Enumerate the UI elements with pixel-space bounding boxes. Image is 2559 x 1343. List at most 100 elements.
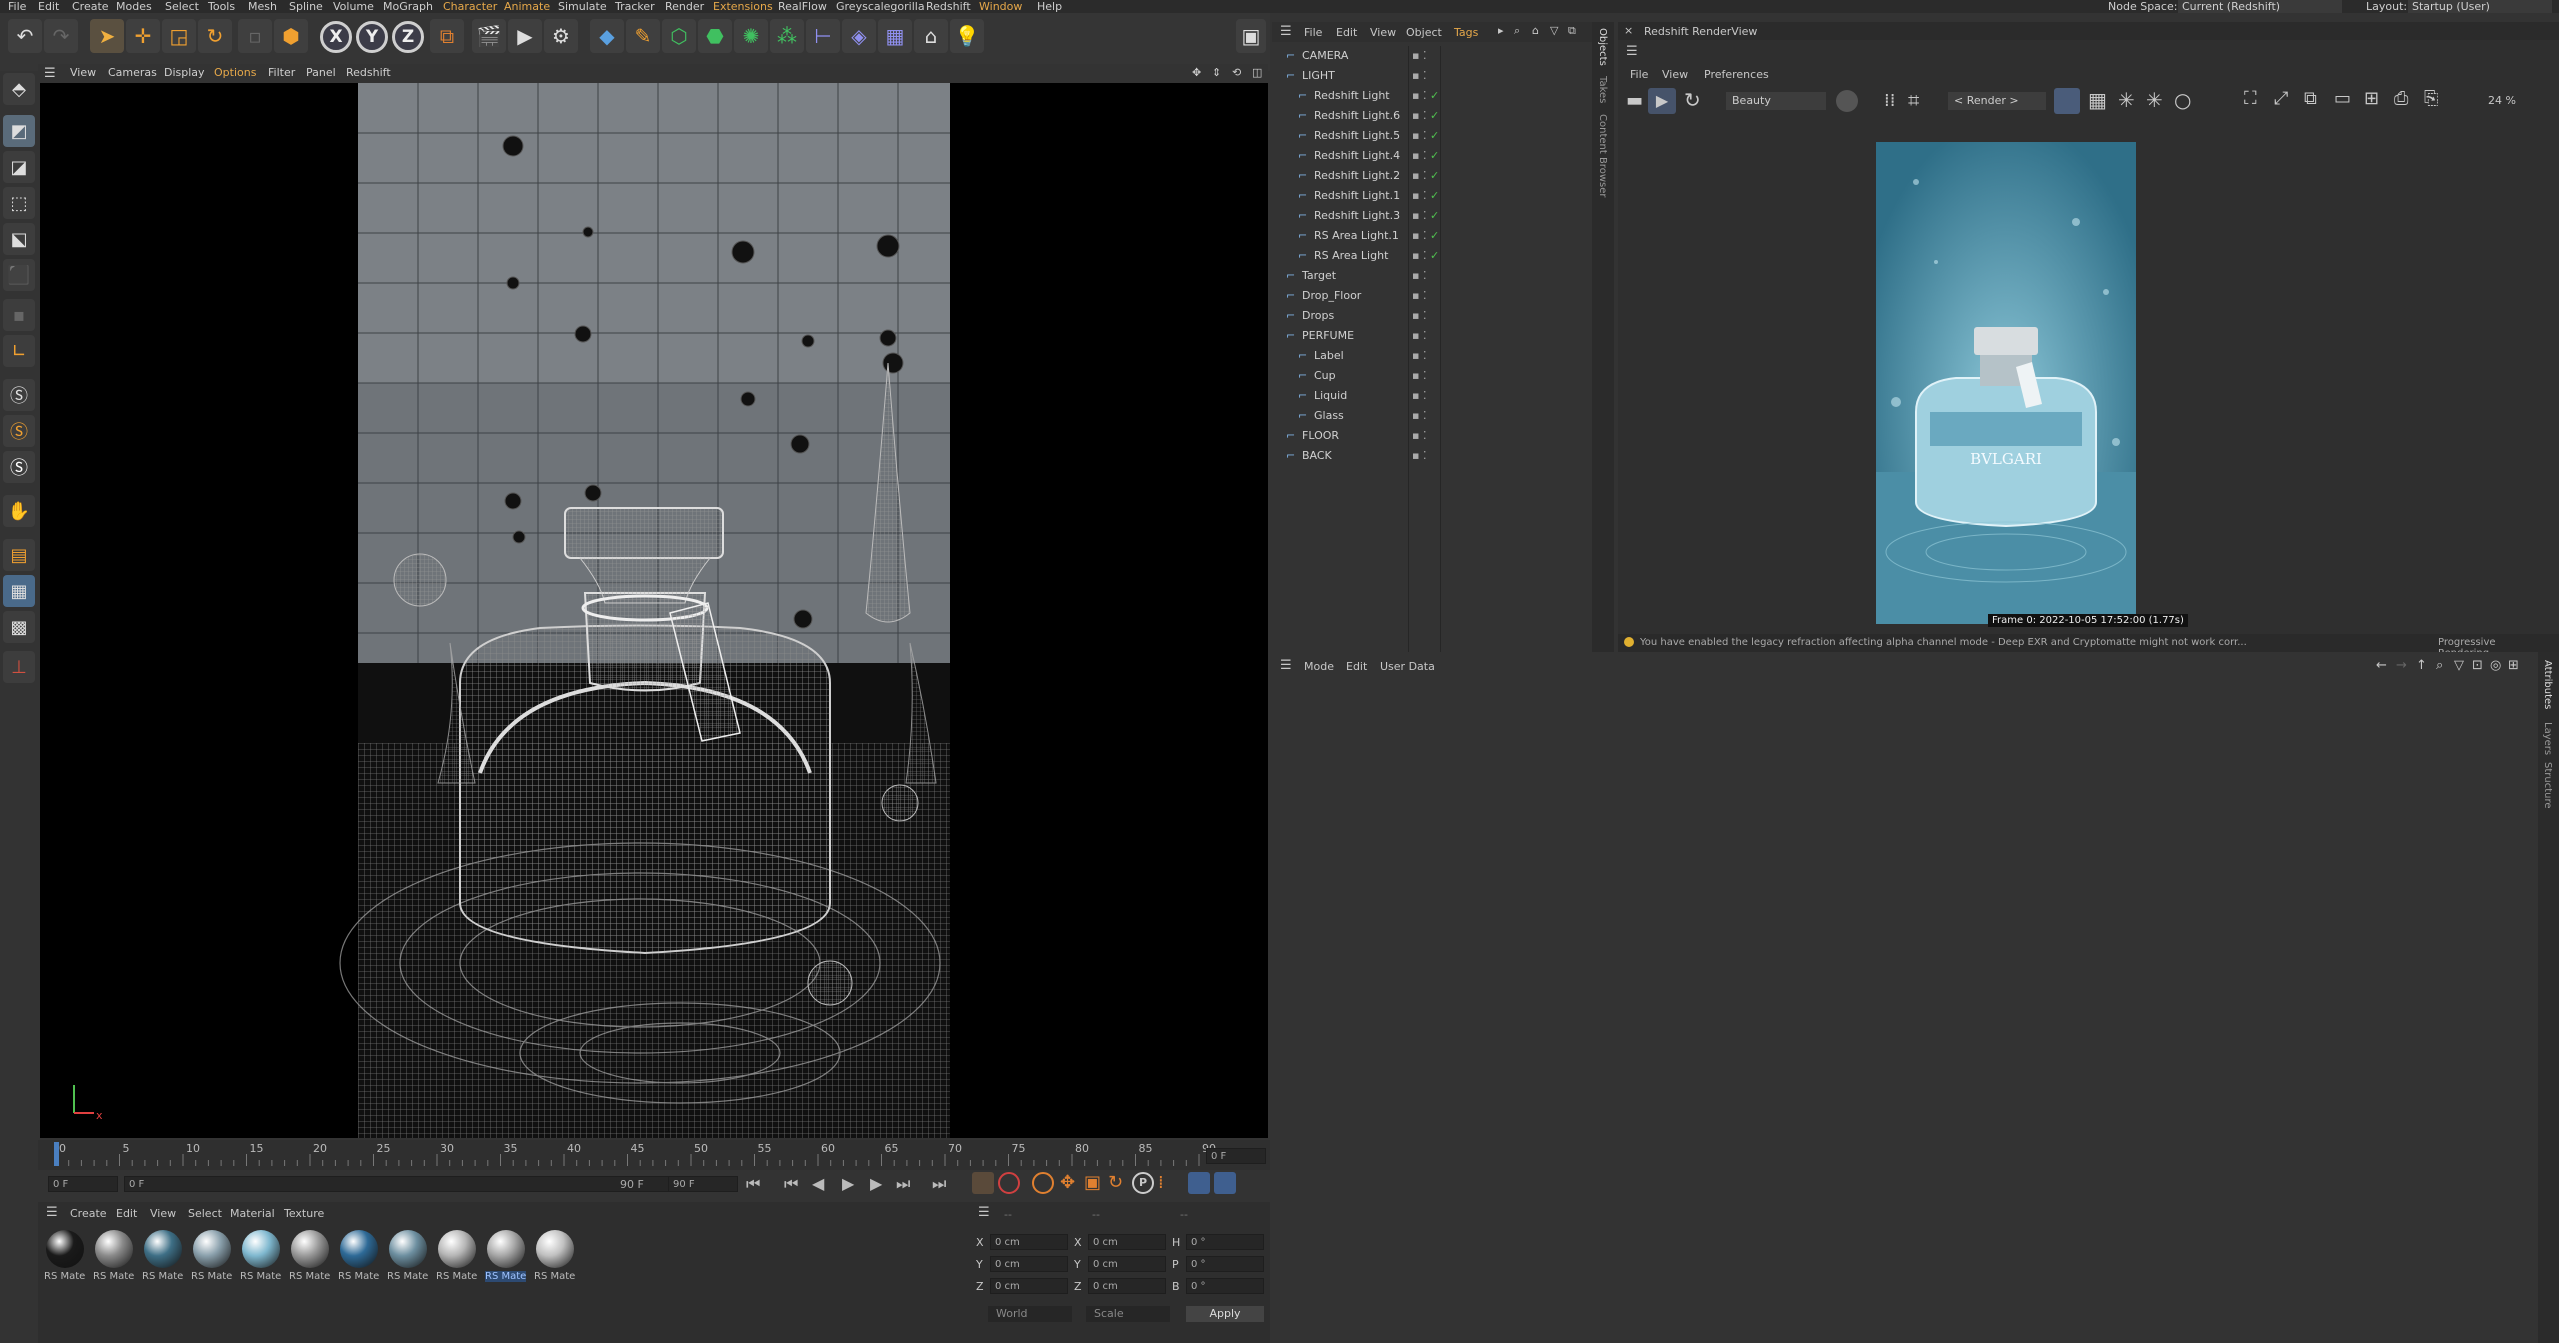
object-name[interactable]: BACK [1302,446,1332,466]
start-frame-field[interactable] [48,1176,118,1192]
material-swatch[interactable]: RS Mate [483,1230,529,1286]
object-row[interactable]: ⌐ FLOOR ▪ ⁚ [1272,426,1592,446]
start-render-icon[interactable]: ▶ [1648,88,1676,114]
mograph-icon[interactable]: ⁂ [770,19,804,53]
object-name[interactable]: Redshift Light.2 [1314,166,1400,186]
light-icon[interactable]: 💡 [950,19,984,53]
floor-icon[interactable]: ▦ [878,19,912,53]
object-name[interactable]: RS Area Light.1 [1314,226,1399,246]
freeze-icon[interactable]: ✳ [2118,88,2135,112]
menu-help[interactable]: Help [1037,0,1062,13]
hamburger-icon[interactable]: ☰ [44,66,56,81]
viewport-menu-filter[interactable]: Filter [268,66,295,79]
viewport-menu-panel[interactable]: Panel [306,66,336,79]
rv-menu-view[interactable]: View [1662,68,1688,81]
object-row[interactable]: ⌐ Liquid ▪ ⁚ [1272,386,1592,406]
viewport-zoom-icon[interactable]: ⇕ [1212,66,1221,79]
uv-mode-icon[interactable]: ▪ [3,299,35,331]
rotate-tool-icon[interactable]: ↻ [198,19,232,53]
render-view-icon[interactable]: ▶ [508,19,542,53]
material-swatch[interactable]: RS Mate [287,1230,333,1286]
visibility-icon[interactable]: ▪ ⁚ [1412,86,1426,106]
enabled-check-icon[interactable]: ✓ [1430,146,1439,166]
object-row[interactable]: ⌐ Redshift Light.6 ▪ ⁚ ✓ [1272,106,1592,126]
axis-gizmo-icon[interactable]: ⊥ [3,651,35,683]
obj-search-icon[interactable]: ⌕ [1514,24,1520,38]
coords-size-z[interactable] [1088,1278,1166,1294]
attr-back-icon[interactable]: ← [2376,658,2387,673]
object-name[interactable]: FLOOR [1302,426,1339,446]
object-name[interactable]: Cup [1314,366,1336,386]
object-row[interactable]: ⌐ Drops ▪ ⁚ [1272,306,1592,326]
object-row[interactable]: ⌐ Glass ▪ ⁚ [1272,406,1592,426]
menu-redshift[interactable]: Redshift [926,0,971,13]
material-swatch[interactable]: RS Mate [434,1230,480,1286]
mat-menu-edit[interactable]: Edit [116,1207,137,1220]
menu-window[interactable]: Window [979,0,1022,13]
menu-simulate[interactable]: Simulate [558,0,607,13]
object-row[interactable]: ⌐ Redshift Light ▪ ⁚ ✓ [1272,86,1592,106]
refresh-render-icon[interactable]: ↻ [1684,88,1701,112]
scale-tool-icon[interactable]: ◲ [162,19,196,53]
viewport-menu-cameras[interactable]: Cameras [108,66,157,79]
menu-realflow[interactable]: RealFlow [778,0,827,13]
visibility-icon[interactable]: ▪ ⁚ [1412,266,1426,286]
material-swatch[interactable]: RS Mate [532,1230,578,1286]
visibility-icon[interactable]: ▪ ⁚ [1412,106,1426,126]
texture-mode-icon[interactable]: ◪ [3,151,35,183]
object-row[interactable]: ⌐ Cup ▪ ⁚ [1272,366,1592,386]
obj-filter-icon[interactable]: ▽ [1550,24,1558,37]
key-pla-icon[interactable]: ⁞ [1158,1172,1164,1193]
visibility-icon[interactable]: ▪ ⁚ [1412,146,1426,166]
object-row[interactable]: ⌐ Redshift Light.1 ▪ ⁚ ✓ [1272,186,1592,206]
deformer-icon[interactable]: ⊢ [806,19,840,53]
object-row[interactable]: ⌐ RS Area Light ▪ ⁚ ✓ [1272,246,1592,266]
object-name[interactable]: Target [1302,266,1336,286]
menu-character[interactable]: Character [443,0,497,13]
visibility-icon[interactable]: ▪ ⁚ [1412,246,1426,266]
side-tab-objects[interactable]: Objects [1597,28,1608,66]
obj-home-icon[interactable]: ⌂ [1532,24,1539,37]
fit-icon[interactable]: ⛶ [2244,88,2257,109]
solo-icon[interactable]: Ⓢ [3,451,35,483]
object-name[interactable]: Redshift Light.4 [1314,146,1400,166]
camera-icon[interactable]: ⌂ [914,19,948,53]
visibility-icon[interactable]: ▪ ⁚ [1412,286,1426,306]
object-row[interactable]: ⌐ CAMERA ▪ ⁚ [1272,46,1592,66]
coords-rot-h[interactable] [1186,1234,1264,1250]
edges-mode-icon[interactable]: ⬕ [3,223,35,255]
object-name[interactable]: CAMERA [1302,46,1348,66]
visibility-icon[interactable]: ▪ ⁚ [1412,406,1426,426]
menu-file[interactable]: File [8,0,26,13]
visibility-icon[interactable]: ▪ ⁚ [1412,186,1426,206]
color-channel-icon[interactable] [1836,90,1858,112]
mat-menu-texture[interactable]: Texture [284,1207,324,1220]
viewport-layout-icon[interactable]: ▣ [1236,19,1266,53]
visibility-icon[interactable]: ▪ ⁚ [1412,346,1426,366]
snap-icon[interactable]: Ⓢ [3,379,35,411]
menu-edit[interactable]: Edit [38,0,59,13]
side-tab-takes[interactable]: Takes [1597,76,1608,103]
menu-greyscalegorilla[interactable]: Greyscalegorilla [836,0,925,13]
material-swatch[interactable]: RS Mate [385,1230,431,1286]
zoom-fit-icon[interactable]: ⤢ [2274,88,2288,109]
viewport-menu-redshift[interactable]: Redshift [346,66,391,79]
object-row[interactable]: ⌐ Target ▪ ⁚ [1272,266,1592,286]
timeline-icon[interactable] [1214,1172,1236,1194]
add-snapshot-icon[interactable]: ⊞ [2364,88,2379,109]
goto-end-icon[interactable]: ⏭ [932,1174,946,1194]
menu-tools[interactable]: Tools [208,0,235,13]
attr-lock-icon[interactable]: ⊡ [2472,658,2483,673]
mat-menu-create[interactable]: Create [70,1207,107,1220]
viewport-menu-options[interactable]: Options [214,66,256,79]
obj-menu-edit[interactable]: Edit [1336,26,1357,39]
x-axis-lock-icon[interactable]: X [320,21,352,53]
render-region-icon[interactable]: 🎬 [472,19,506,53]
visibility-icon[interactable]: ▪ ⁚ [1412,306,1426,326]
menu-modes[interactable]: Modes [116,0,152,13]
coords-size-y[interactable] [1088,1256,1166,1272]
visibility-icon[interactable]: ▪ ⁚ [1412,446,1426,466]
object-name[interactable]: Redshift Light.3 [1314,206,1400,226]
attr-filter-icon[interactable]: ▽ [2454,658,2464,673]
menu-mesh[interactable]: Mesh [248,0,277,13]
